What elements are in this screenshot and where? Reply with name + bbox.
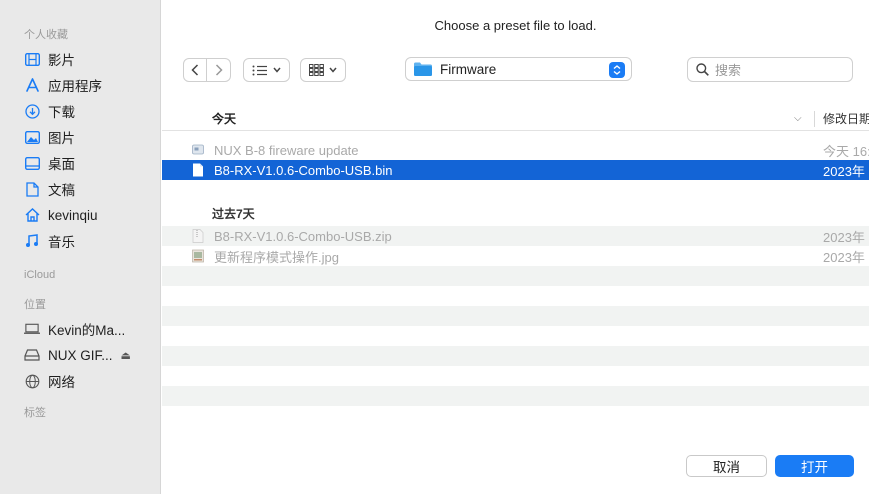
photo-icon bbox=[24, 129, 40, 145]
favorites-header: 个人收藏 bbox=[24, 29, 68, 41]
download-icon bbox=[24, 103, 40, 119]
file-date: 2023年 bbox=[823, 163, 865, 179]
file-row[interactable]: 更新程序模式操作.jpg 2023年 bbox=[162, 246, 869, 266]
chevron-down-icon bbox=[273, 67, 281, 73]
empty-row bbox=[162, 326, 869, 346]
sidebar-item-mac[interactable]: Kevin的Ma... bbox=[0, 316, 160, 342]
file-icon bbox=[193, 163, 203, 177]
music-icon bbox=[24, 233, 40, 249]
open-button[interactable]: 打开 bbox=[775, 455, 854, 477]
grid-icon bbox=[309, 64, 324, 76]
network-icon bbox=[24, 373, 40, 389]
sidebar-item-nux-drive[interactable]: NUX GIF... ⏏ bbox=[0, 342, 160, 368]
search-placeholder: 搜索 bbox=[715, 63, 742, 78]
sidebar-item-pictures[interactable]: 图片 bbox=[0, 124, 160, 150]
file-list: NUX B-8 fireware update 今天 16: B8-RX-V1.… bbox=[162, 140, 869, 406]
file-name: 更新程序模式操作.jpg bbox=[214, 249, 339, 265]
sidebar-item-home[interactable]: kevinqiu bbox=[0, 202, 160, 228]
sidebar-item-label: 下载 bbox=[48, 105, 75, 120]
sidebar-item-label: 影片 bbox=[48, 53, 75, 68]
current-folder-label: Firmware bbox=[440, 61, 497, 77]
sidebar-item-label: kevinqiu bbox=[48, 207, 98, 223]
zip-icon bbox=[192, 229, 204, 243]
sidebar-item-documents[interactable]: 文稿 bbox=[0, 176, 160, 202]
grid-view-button[interactable] bbox=[300, 58, 346, 82]
column-date[interactable]: 修改日期 bbox=[823, 110, 869, 127]
file-date: 今天 16: bbox=[823, 143, 869, 159]
sidebar-item-desktop[interactable]: 桌面 bbox=[0, 150, 160, 176]
empty-row bbox=[162, 366, 869, 386]
sidebar-item-label: 文稿 bbox=[48, 183, 75, 198]
app-icon bbox=[192, 144, 204, 155]
chevron-left-icon bbox=[191, 64, 199, 76]
dialog-title: Choose a preset file to load. bbox=[434, 18, 597, 33]
empty-row bbox=[162, 346, 869, 366]
back-button[interactable] bbox=[183, 58, 207, 82]
cancel-button[interactable]: 取消 bbox=[686, 455, 767, 477]
group-label: 过去7天 bbox=[212, 206, 255, 221]
toolbar bbox=[183, 57, 356, 83]
sidebar-item-label: 应用程序 bbox=[48, 79, 102, 94]
eject-icon[interactable]: ⏏ bbox=[121, 349, 131, 362]
file-row[interactable]: B8-RX-V1.0.6-Combo-USB.zip 2023年 bbox=[162, 226, 869, 246]
sidebar-item-label: 音乐 bbox=[48, 235, 75, 250]
sidebar-item-network[interactable]: 网络 bbox=[0, 368, 160, 394]
sidebar-item-label: 图片 bbox=[48, 131, 75, 146]
sidebar-item-movies[interactable]: 影片 bbox=[0, 46, 160, 72]
icloud-header: iCloud bbox=[24, 269, 56, 281]
film-icon bbox=[24, 51, 40, 67]
laptop-icon bbox=[24, 321, 40, 337]
file-row-selected[interactable]: B8-RX-V1.0.6-Combo-USB.bin 2023年 bbox=[162, 160, 869, 180]
column-name[interactable]: 今天 bbox=[212, 110, 236, 127]
updown-chevron-icon bbox=[609, 62, 625, 78]
sidebar-item-music[interactable]: 音乐 bbox=[0, 228, 160, 254]
forward-button[interactable] bbox=[207, 58, 231, 82]
list-view-button[interactable] bbox=[243, 58, 290, 82]
tags-header: 标签 bbox=[24, 407, 46, 419]
file-row[interactable]: NUX B-8 fireware update 今天 16: bbox=[162, 140, 869, 160]
desktop-icon bbox=[24, 155, 40, 171]
chevron-down-icon bbox=[329, 67, 337, 73]
file-name: NUX B-8 fireware update bbox=[214, 142, 359, 158]
sidebar-item-downloads[interactable]: 下载 bbox=[0, 98, 160, 124]
empty-row bbox=[162, 386, 869, 406]
sort-chevron-icon[interactable]: ⌵ bbox=[794, 113, 802, 124]
home-icon bbox=[24, 207, 40, 223]
sidebar-item-label: 网络 bbox=[48, 375, 75, 390]
locations-header: 位置 bbox=[24, 299, 46, 311]
sidebar: 个人收藏 影片 应用程序 下载 图片 桌面 文稿 kevinqiu 音乐 iCl… bbox=[0, 0, 161, 494]
list-icon bbox=[252, 65, 267, 75]
column-divider bbox=[814, 111, 815, 127]
sidebar-item-label: NUX GIF... bbox=[48, 347, 113, 363]
document-icon bbox=[24, 181, 40, 197]
column-header: 今天 ⌵ 修改日期 bbox=[162, 107, 869, 131]
group-header: 过去7天 bbox=[162, 200, 869, 226]
image-icon bbox=[192, 249, 204, 263]
empty-row bbox=[162, 180, 869, 200]
folder-icon bbox=[414, 62, 432, 76]
sidebar-item-label: Kevin的Ma... bbox=[48, 323, 126, 338]
sidebar-item-applications[interactable]: 应用程序 bbox=[0, 72, 160, 98]
sidebar-item-label: 桌面 bbox=[48, 157, 75, 172]
file-date: 2023年 bbox=[823, 249, 865, 265]
file-name: B8-RX-V1.0.6-Combo-USB.zip bbox=[214, 228, 392, 244]
empty-row bbox=[162, 266, 869, 286]
chevron-right-icon bbox=[215, 64, 223, 76]
empty-row bbox=[162, 286, 869, 306]
folder-path-select[interactable]: Firmware bbox=[405, 57, 632, 81]
file-date: 2023年 bbox=[823, 229, 865, 245]
search-field[interactable]: 搜索 bbox=[687, 57, 853, 82]
search-icon bbox=[696, 63, 709, 76]
file-name: B8-RX-V1.0.6-Combo-USB.bin bbox=[214, 162, 393, 178]
drive-icon bbox=[24, 347, 40, 363]
applications-icon bbox=[24, 77, 40, 93]
empty-row bbox=[162, 306, 869, 326]
